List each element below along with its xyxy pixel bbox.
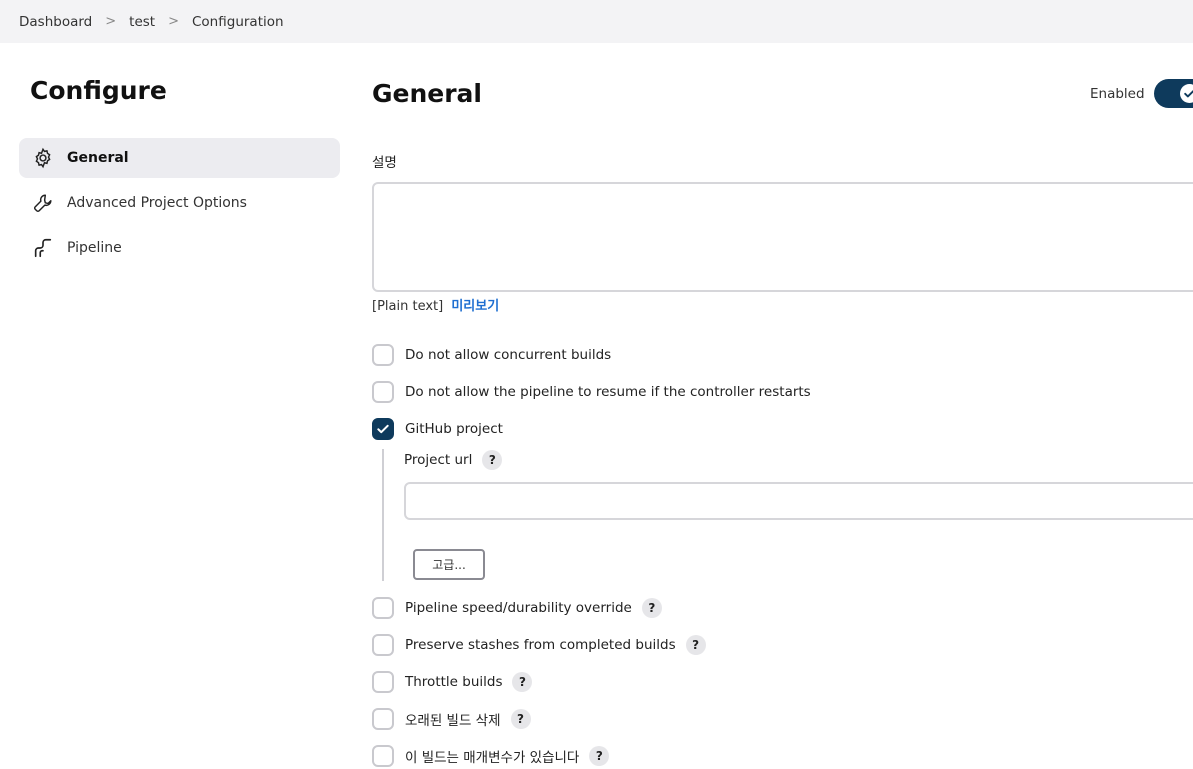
option-row-throttle-builds: Throttle builds ? [372,671,533,693]
option-row-github-project: GitHub project [372,418,503,440]
option-label: Throttle builds [405,674,503,690]
parameterized-checkbox[interactable] [372,745,394,767]
description-label: 설명 [372,155,397,171]
pipeline-icon [31,236,55,260]
help-icon[interactable]: ? [589,746,610,766]
option-label: Do not allow concurrent builds [405,347,612,363]
sidebar-item-label: General [67,150,129,166]
help-icon[interactable]: ? [641,598,662,618]
page-title: General [372,79,482,108]
option-row-resume-pipeline: Do not allow the pipeline to resume if t… [372,381,811,403]
option-label: Pipeline speed/durability override [405,600,632,616]
breadcrumb-separator: > [168,14,179,29]
sidebar-item-label: Advanced Project Options [67,195,247,211]
enabled-label: Enabled [1090,86,1145,102]
option-label: GitHub project [405,421,503,437]
help-icon[interactable]: ? [512,672,533,692]
breadcrumb-configuration[interactable]: Configuration [192,14,284,30]
sidebar-title: Configure [30,76,167,105]
option-row-preserve-stashes: Preserve stashes from completed builds ? [372,634,706,656]
sidebar-item-general[interactable]: General [19,138,340,178]
option-row-concurrent-builds: Do not allow concurrent builds [372,344,611,366]
option-label: 오래된 빌드 삭제 [405,713,501,729]
wrench-icon [31,191,55,215]
discard-old-builds-checkbox[interactable] [372,708,394,730]
option-row-durability-override: Pipeline speed/durability override ? [372,597,662,619]
option-label: 이 빌드는 매개변수가 있습니다 [405,750,580,766]
check-icon [377,424,389,434]
option-label: Do not allow the pipeline to resume if t… [405,384,811,400]
throttle-builds-checkbox[interactable] [372,671,394,693]
breadcrumb-separator: > [105,14,117,29]
sidebar-item-advanced-project-options[interactable]: Advanced Project Options [19,183,340,223]
help-icon[interactable]: ? [685,635,706,655]
sidebar-item-label: Pipeline [67,240,122,256]
project-url-label-row: Project url ? [404,450,503,470]
help-icon[interactable]: ? [510,709,531,729]
gear-icon [31,146,55,170]
preview-link[interactable]: 미리보기 [451,299,499,314]
breadcrumb-dashboard[interactable]: Dashboard [19,14,92,30]
github-project-checkbox[interactable] [372,418,394,440]
resume-pipeline-checkbox[interactable] [372,381,394,403]
durability-override-checkbox[interactable] [372,597,394,619]
plain-text-hint: [Plain text] 미리보기 [372,295,499,314]
help-icon[interactable]: ? [482,450,503,470]
plain-text-label: [Plain text] [372,299,444,314]
option-row-parameterized: 이 빌드는 매개변수가 있습니다 ? [372,745,610,767]
preserve-stashes-checkbox[interactable] [372,634,394,656]
enabled-toggle[interactable] [1154,79,1193,108]
project-url-label: Project url [404,452,473,468]
breadcrumb: Dashboard > test > Configuration [0,0,1193,43]
concurrent-builds-checkbox[interactable] [372,344,394,366]
option-label: Preserve stashes from completed builds [405,637,676,653]
breadcrumb-test[interactable]: test [129,14,155,30]
option-row-discard-old-builds: 오래된 빌드 삭제 ? [372,708,531,730]
advanced-button[interactable]: 고급... [413,549,485,580]
description-textarea[interactable] [372,182,1193,292]
sidebar-item-pipeline[interactable]: Pipeline [19,228,340,268]
nested-section-divider [382,449,384,581]
project-url-input[interactable] [404,482,1193,520]
check-icon [1180,84,1193,103]
